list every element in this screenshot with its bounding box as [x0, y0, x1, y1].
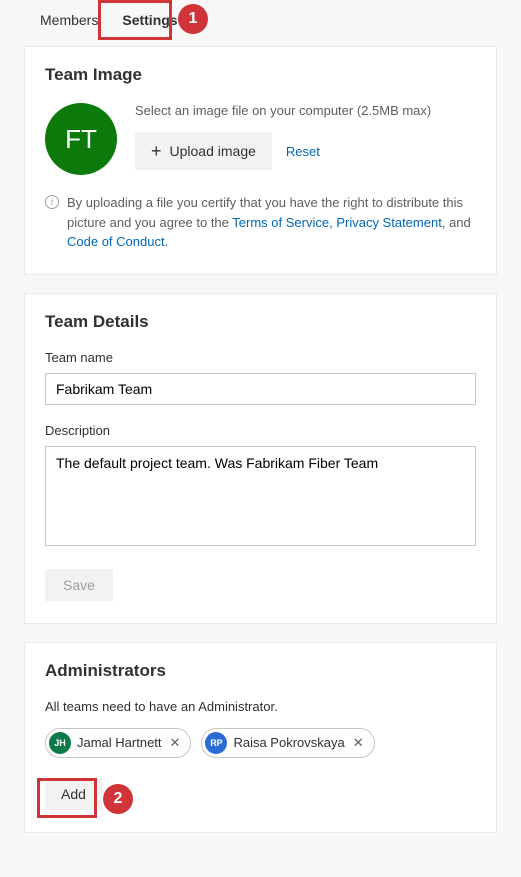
team-details-card: Team Details Team name Description Save — [24, 293, 497, 624]
description-label: Description — [45, 423, 476, 438]
privacy-link[interactable]: Privacy Statement — [336, 215, 442, 230]
administrator-chip: RP Raisa Pokrovskaya ✕ — [201, 728, 374, 758]
tab-members[interactable]: Members — [28, 4, 110, 36]
plus-icon: + — [151, 142, 162, 160]
team-name-label: Team name — [45, 350, 476, 365]
reset-link[interactable]: Reset — [286, 144, 320, 159]
team-image-heading: Team Image — [45, 65, 476, 85]
chip-remove-icon[interactable]: ✕ — [168, 735, 183, 751]
upload-disclaimer: By uploading a file you certify that you… — [67, 193, 476, 252]
upload-image-label: Upload image — [170, 143, 256, 159]
tab-bar: Members Settings 1 — [8, 0, 513, 36]
chip-name: Raisa Pokrovskaya — [233, 735, 344, 750]
administrator-chips: JH Jamal Hartnett ✕ RP Raisa Pokrovskaya ✕ — [45, 728, 476, 758]
team-image-card: Team Image FT Select an image file on yo… — [24, 46, 497, 275]
tos-link[interactable]: Terms of Service — [232, 215, 329, 230]
administrators-desc: All teams need to have an Administrator. — [45, 699, 476, 714]
team-avatar: FT — [45, 103, 117, 175]
upload-image-button[interactable]: + Upload image — [135, 132, 272, 170]
chip-avatar: RP — [205, 732, 227, 754]
administrators-heading: Administrators — [45, 661, 476, 681]
administrator-chip: JH Jamal Hartnett ✕ — [45, 728, 191, 758]
chip-avatar: JH — [49, 732, 71, 754]
coc-link[interactable]: Code of Conduct — [67, 234, 165, 249]
chip-remove-icon[interactable]: ✕ — [351, 735, 366, 751]
description-textarea[interactable] — [45, 446, 476, 546]
upload-hint: Select an image file on your computer (2… — [135, 103, 476, 118]
save-button[interactable]: Save — [45, 569, 113, 601]
add-administrator-button[interactable]: Add — [45, 778, 102, 810]
team-details-heading: Team Details — [45, 312, 476, 332]
tab-settings[interactable]: Settings — [110, 4, 189, 36]
team-name-input[interactable] — [45, 373, 476, 405]
administrators-card: Administrators All teams need to have an… — [24, 642, 497, 833]
info-icon: i — [45, 195, 59, 209]
annotation-badge-2: 2 — [103, 784, 133, 814]
chip-name: Jamal Hartnett — [77, 735, 162, 750]
